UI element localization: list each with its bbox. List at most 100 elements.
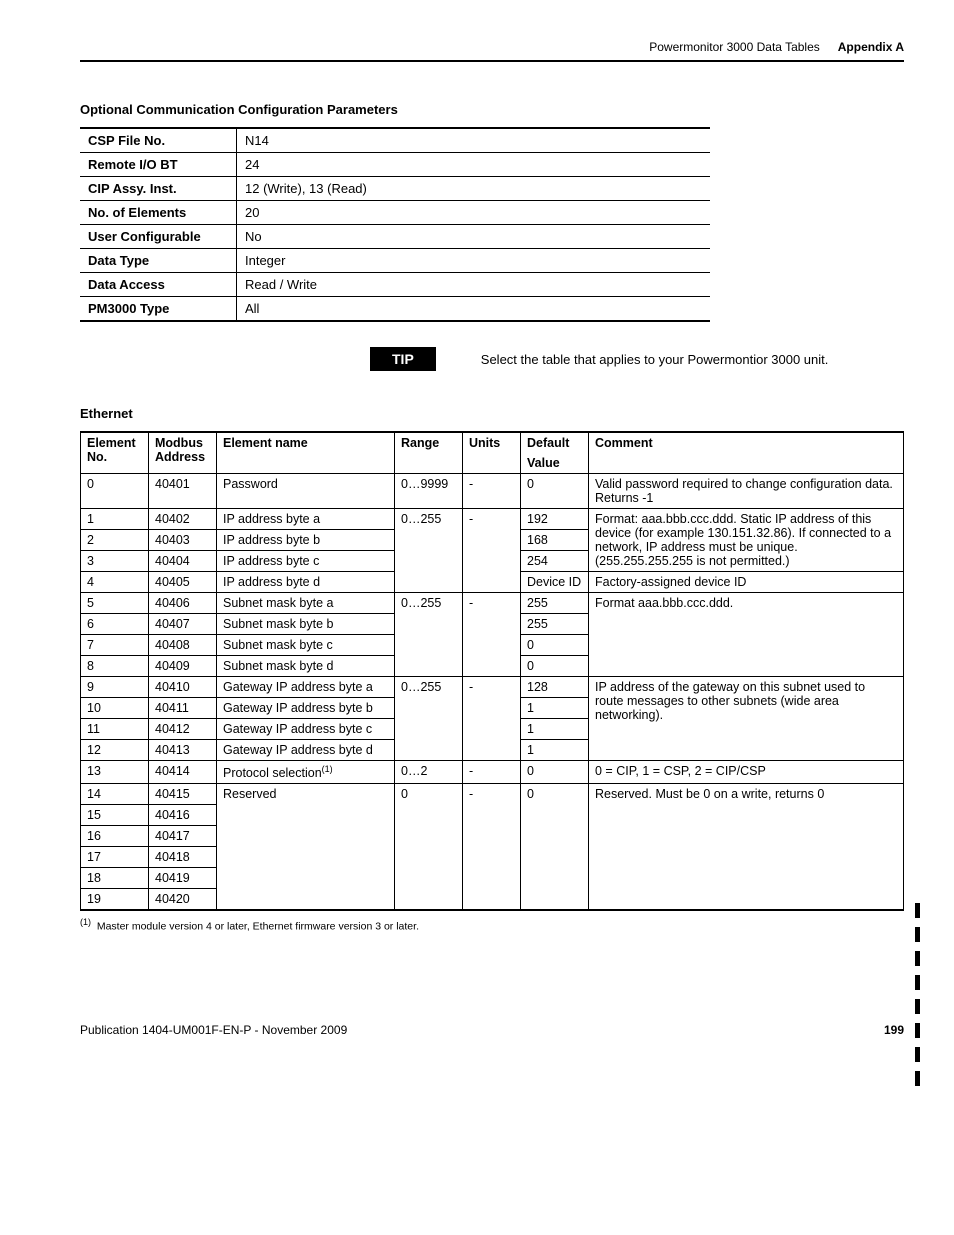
param-label: CSP File No. — [80, 128, 237, 153]
page-header: Powermonitor 3000 Data Tables Appendix A — [80, 40, 904, 62]
header-appendix: Appendix A — [838, 40, 904, 54]
table-row: 1 40402 IP address byte a 0…255 - 192 Fo… — [81, 509, 904, 530]
cell: 1 — [521, 698, 589, 719]
cell: 0…2 — [395, 761, 463, 784]
param-label: Remote I/O BT — [80, 153, 237, 177]
cell: 6 — [81, 614, 149, 635]
param-label: PM3000 Type — [80, 297, 237, 322]
change-bar-icon — [915, 903, 920, 1083]
cell: 128 — [521, 677, 589, 698]
section-title-ethernet: Ethernet — [80, 406, 904, 421]
cell: Device ID — [521, 572, 589, 593]
ethernet-table: Element No. Modbus Address Element name … — [80, 431, 904, 911]
cell: 0 = CIP, 1 = CSP, 2 = CIP/CSP — [589, 761, 904, 784]
cell: IP address byte d — [217, 572, 395, 593]
cell: 40419 — [149, 868, 217, 889]
col-comment: Comment — [589, 432, 904, 474]
cell: 0 — [521, 474, 589, 509]
cell: IP address byte a — [217, 509, 395, 530]
cell: 0…255 — [395, 593, 463, 677]
param-value: Integer — [237, 249, 711, 273]
col-element-no: Element No. — [81, 432, 149, 474]
param-label: User Configurable — [80, 225, 237, 249]
tip-callout: TIP Select the table that applies to you… — [370, 347, 904, 371]
param-value: All — [237, 297, 711, 322]
param-value: Read / Write — [237, 273, 711, 297]
param-label: No. of Elements — [80, 201, 237, 225]
col-units: Units — [463, 432, 521, 474]
cell: Valid password required to change config… — [589, 474, 904, 509]
table-row: 13 40414 Protocol selection(1) 0…2 - 0 0… — [81, 761, 904, 784]
cell: 40417 — [149, 826, 217, 847]
cell: 15 — [81, 805, 149, 826]
cell: 5 — [81, 593, 149, 614]
param-value: 24 — [237, 153, 711, 177]
param-label: CIP Assy. Inst. — [80, 177, 237, 201]
cell: 0…9999 — [395, 474, 463, 509]
cell: 0 — [521, 635, 589, 656]
cell: 40416 — [149, 805, 217, 826]
cell: 8 — [81, 656, 149, 677]
param-value: N14 — [237, 128, 711, 153]
footnote-text: Master module version 4 or later, Ethern… — [97, 921, 419, 933]
cell: 16 — [81, 826, 149, 847]
cell: 254 — [521, 551, 589, 572]
param-label: Data Access — [80, 273, 237, 297]
col-default-value: Value — [521, 453, 589, 474]
cell: 0 — [521, 761, 589, 784]
cell: - — [463, 474, 521, 509]
table-row: 9 40410 Gateway IP address byte a 0…255 … — [81, 677, 904, 698]
cell: Gateway IP address byte b — [217, 698, 395, 719]
cell: Gateway IP address byte d — [217, 740, 395, 761]
cell: 40409 — [149, 656, 217, 677]
cell: Gateway IP address byte c — [217, 719, 395, 740]
section-title-params: Optional Communication Configuration Par… — [80, 102, 904, 117]
cell: 10 — [81, 698, 149, 719]
cell: 12 — [81, 740, 149, 761]
cell: 18 — [81, 868, 149, 889]
cell: - — [463, 509, 521, 593]
cell: 255 — [521, 614, 589, 635]
cell: 1 — [521, 719, 589, 740]
cell: 40418 — [149, 847, 217, 868]
cell: 40405 — [149, 572, 217, 593]
col-modbus: Modbus Address — [149, 432, 217, 474]
page-number: 199 — [884, 1023, 904, 1037]
table-row: 5 40406 Subnet mask byte a 0…255 - 255 F… — [81, 593, 904, 614]
col-element-name: Element name — [217, 432, 395, 474]
cell: 40408 — [149, 635, 217, 656]
param-label: Data Type — [80, 249, 237, 273]
cell: - — [463, 677, 521, 761]
footnote: (1) Master module version 4 or later, Et… — [80, 917, 904, 933]
param-value: 12 (Write), 13 (Read) — [237, 177, 711, 201]
cell: 7 — [81, 635, 149, 656]
cell: Reserved. Must be 0 on a write, returns … — [589, 784, 904, 911]
cell: IP address byte b — [217, 530, 395, 551]
cell: 0 — [81, 474, 149, 509]
cell: 0 — [395, 784, 463, 911]
cell: Subnet mask byte b — [217, 614, 395, 635]
cell: 1 — [81, 509, 149, 530]
header-title: Powermonitor 3000 Data Tables — [649, 40, 820, 54]
table-row: 14 40415 Reserved 0 - 0 Reserved. Must b… — [81, 784, 904, 805]
params-table: CSP File No.N14 Remote I/O BT24 CIP Assy… — [80, 127, 710, 322]
cell: 255 — [521, 593, 589, 614]
cell: Subnet mask byte c — [217, 635, 395, 656]
cell: Protocol selection(1) — [217, 761, 395, 784]
cell: 0 — [521, 784, 589, 911]
cell: Format aaa.bbb.ccc.ddd. — [589, 593, 904, 677]
cell: 40415 — [149, 784, 217, 805]
footnote-sup: (1) — [80, 917, 91, 927]
cell: 40402 — [149, 509, 217, 530]
cell: Factory-assigned device ID — [589, 572, 904, 593]
cell: 4 — [81, 572, 149, 593]
cell: 40403 — [149, 530, 217, 551]
cell: 40413 — [149, 740, 217, 761]
cell: Subnet mask byte d — [217, 656, 395, 677]
cell: 40406 — [149, 593, 217, 614]
cell: 0…255 — [395, 677, 463, 761]
cell: 40411 — [149, 698, 217, 719]
cell: 14 — [81, 784, 149, 805]
tip-text: Select the table that applies to your Po… — [481, 352, 829, 367]
cell: 40414 — [149, 761, 217, 784]
